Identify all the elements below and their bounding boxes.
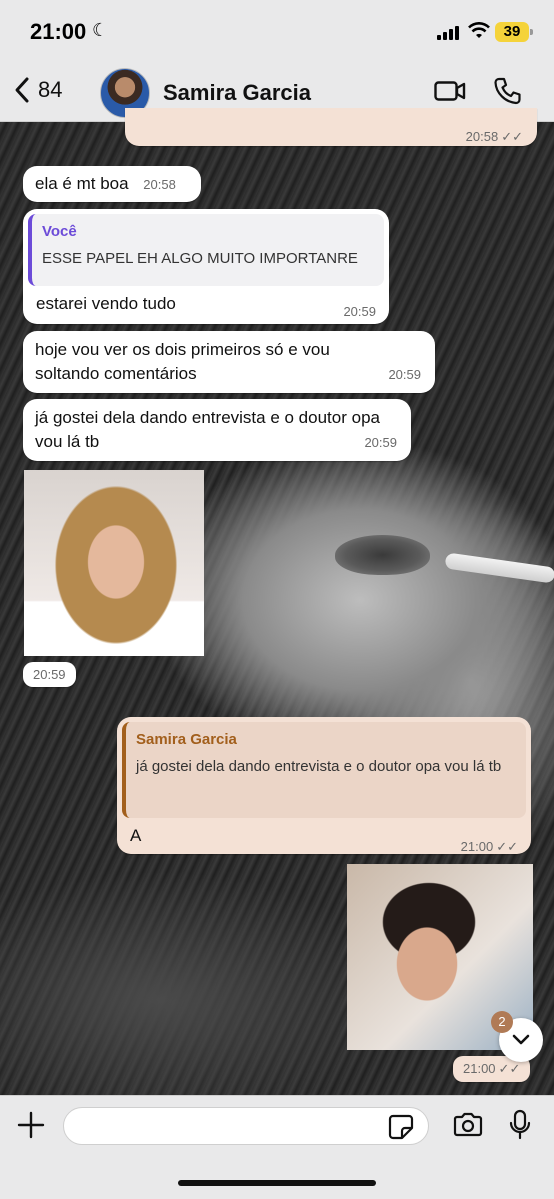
home-indicator [178,1180,376,1186]
back-unread-count: 84 [38,77,63,102]
phone-icon[interactable] [492,76,522,106]
quoted-text: ESSE PAPEL EH ALGO MUITO IMPORTANRE [42,250,358,267]
message-text: ela é mt boa [35,174,129,193]
quoted-message[interactable]: Samira Garcia já gostei dela dando entre… [122,722,526,818]
double-check-icon: ✓✓ [498,1061,521,1076]
video-camera-icon[interactable] [434,80,466,102]
message-time: 20:59 [343,304,376,319]
contact-name[interactable]: Samira Garcia [163,80,311,106]
message-text: hoje vou ver os dois primeiros só e vou … [35,340,330,383]
image-time-chip: 20:59 [23,662,76,687]
message-bubble-outgoing[interactable]: Samira Garcia já gostei dela dando entre… [117,717,531,854]
quoted-message[interactable]: Você ESSE PAPEL EH ALGO MUITO IMPORTANRE [28,214,384,286]
back-button[interactable]: 84 [14,76,62,104]
sticker-icon[interactable] [388,1114,414,1140]
message-text: estarei vendo tudo [36,294,176,313]
wallpaper-cigarette [444,552,554,584]
message-time: 20:59 [33,667,66,682]
status-time: 21:00 [30,19,87,44]
moon-icon: ☾ [92,20,109,40]
wifi-icon [468,22,490,38]
message-time: 20:59 [364,435,397,450]
message-text: já gostei dela dando entrevista e o dout… [35,408,380,451]
message-text: A [130,826,142,845]
message-time: 20:59 [388,367,421,382]
chevron-left-icon [15,77,29,103]
quoted-author: Você [42,223,77,240]
composer-bar [0,1095,554,1199]
message-bubble-incoming[interactable]: já gostei dela dando entrevista e o dout… [23,399,411,461]
unread-badge: 2 [491,1011,513,1033]
quoted-author: Samira Garcia [136,731,237,748]
chevron-down-icon [512,1034,530,1045]
plus-icon[interactable] [16,1110,46,1140]
status-bar: 21:00 ☾ 39 [0,0,554,62]
double-check-icon: ✓✓ [501,129,523,144]
microphone-icon[interactable] [508,1109,532,1141]
message-bubble-incoming[interactable]: hoje vou ver os dois primeiros só e vou … [23,331,435,393]
message-time: 21:00 [460,839,494,854]
message-time: 20:58 [143,177,176,192]
message-time: 21:00 [463,1061,496,1076]
battery-icon: 39 [495,22,533,42]
message-bubble-outgoing[interactable]: 20:58 ✓✓ [125,108,537,146]
message-bubble-incoming[interactable]: Você ESSE PAPEL EH ALGO MUITO IMPORTANRE… [23,209,389,324]
wallpaper-lips [335,535,430,575]
quoted-text: já gostei dela dando entrevista e o dout… [136,758,502,775]
image-message-incoming[interactable] [24,470,204,656]
cellular-signal-icon [437,26,459,40]
camera-icon[interactable] [452,1112,484,1138]
message-time: 20:58 [465,129,499,144]
double-check-icon: ✓✓ [496,839,518,854]
message-input[interactable] [63,1107,429,1145]
message-bubble-incoming[interactable]: ela é mt boa 20:58 [23,166,201,202]
